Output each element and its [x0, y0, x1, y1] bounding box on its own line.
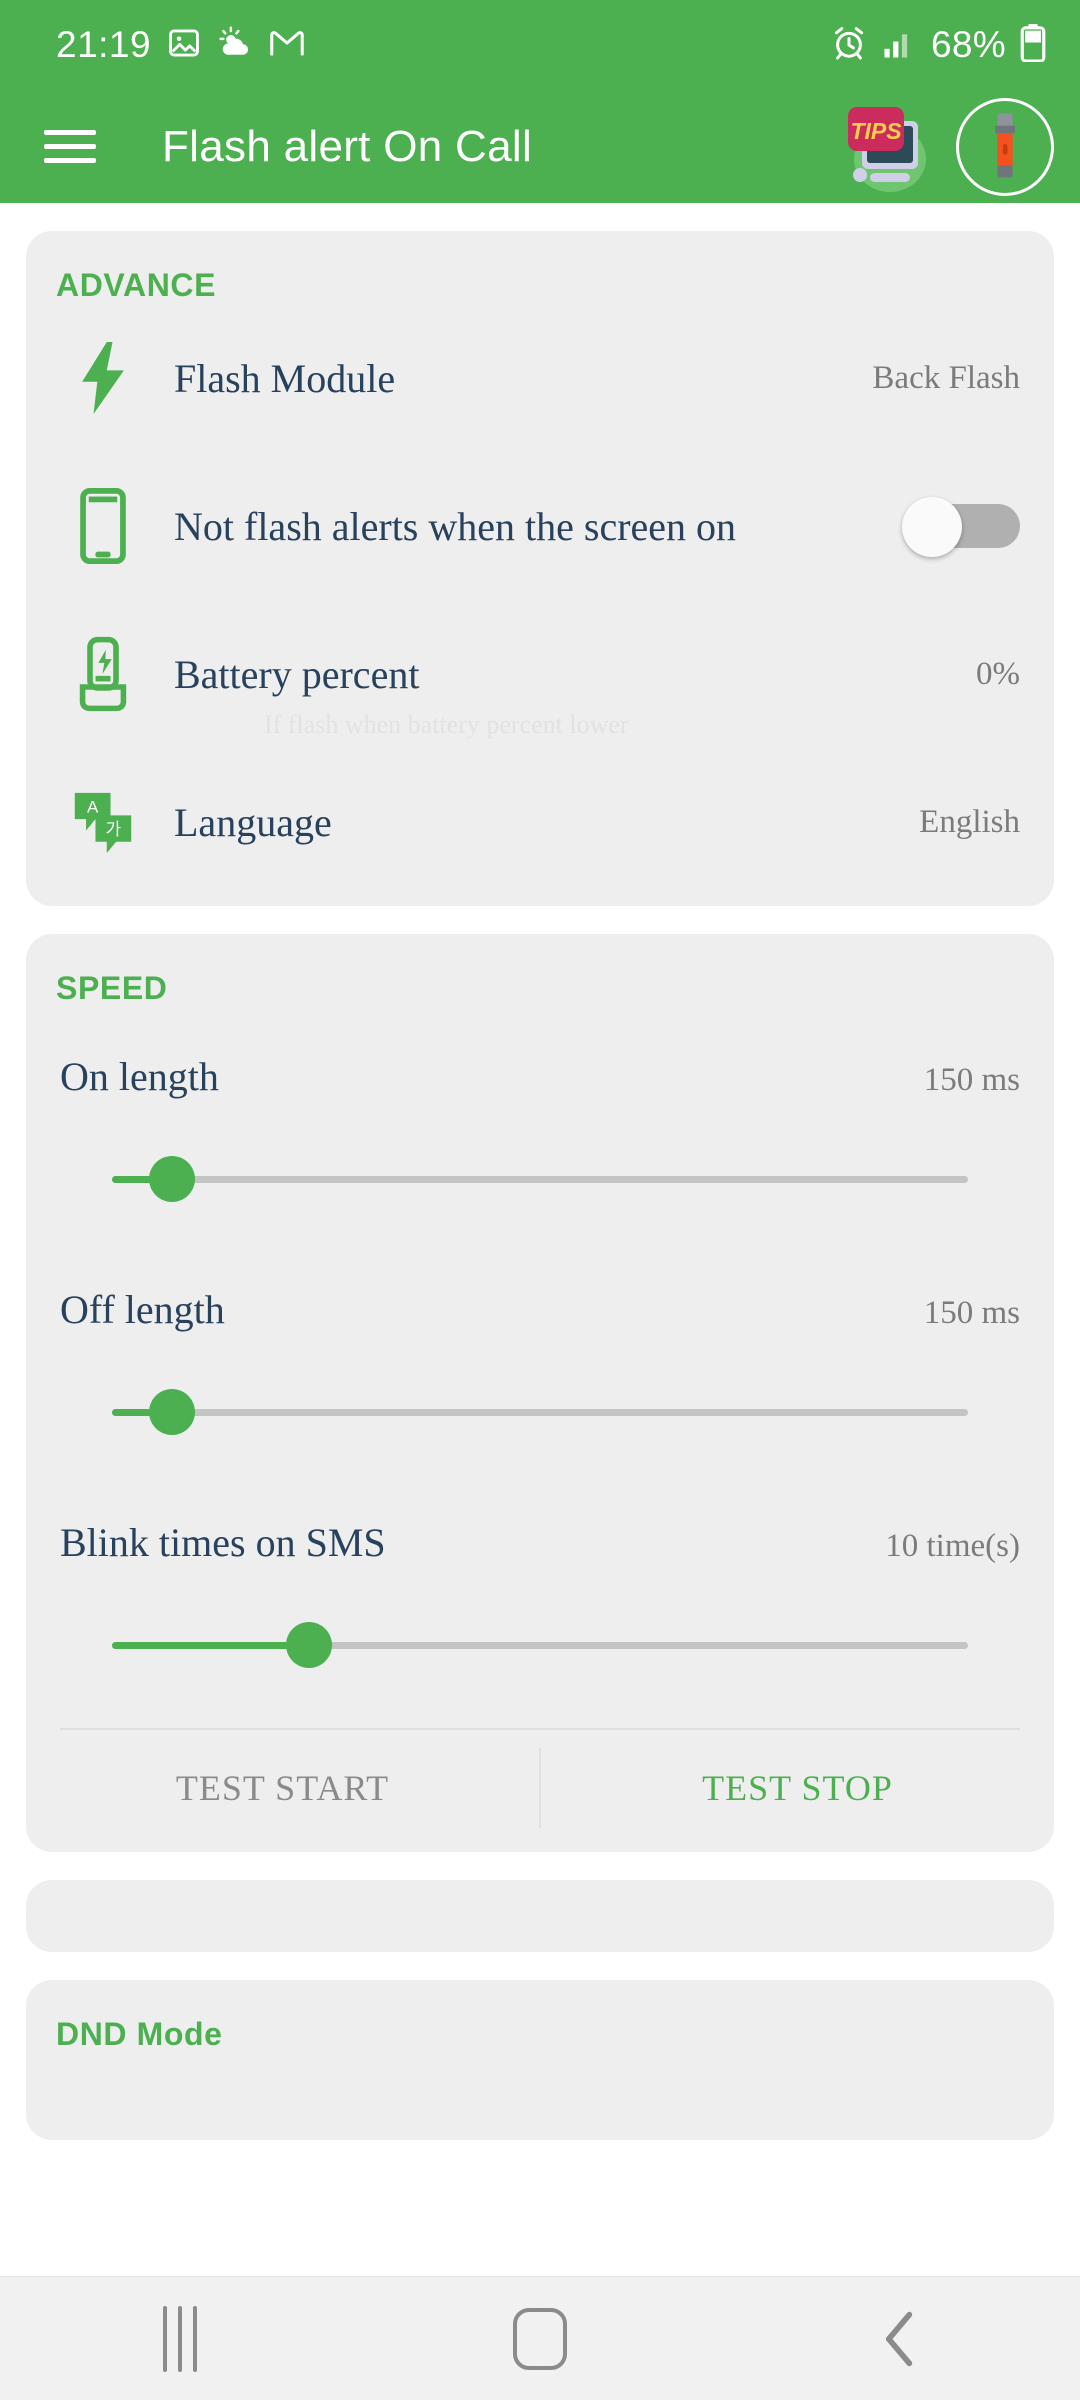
slider-value: 10 time(s) [885, 1528, 1020, 1564]
gmail-icon [269, 28, 305, 63]
toggle-thumb [902, 497, 962, 557]
home-button[interactable] [450, 2277, 630, 2400]
battery-percent-text: 68% [931, 24, 1006, 65]
alarm-icon [831, 25, 867, 66]
app-bar: Flash alert On Call TIPS [0, 90, 1080, 203]
slider-label: Off length [60, 1287, 225, 1332]
phone-screen-icon [60, 488, 146, 564]
image-icon [167, 26, 201, 65]
row-label: Not flash alerts when the screen on [174, 503, 737, 549]
speed-card: SPEED On length 150 ms Off length 150 ms [26, 934, 1054, 1852]
screen-on-toggle[interactable] [902, 497, 1020, 557]
slider-track-background [112, 1409, 968, 1416]
row-label: Battery percent [174, 651, 420, 697]
slider-header: Off length 150 ms [60, 1286, 1020, 1333]
test-stop-button[interactable]: TEST STOP [541, 1734, 1054, 1842]
row-value: English [919, 803, 1020, 840]
settings-scroll-area[interactable]: ADVANCE Flash Module Back Flash Not flas… [0, 203, 1080, 2276]
svg-text:A: A [87, 798, 99, 817]
home-icon [513, 2307, 567, 2370]
row-language[interactable]: A 가 Language English [26, 748, 1054, 896]
svg-text:TIPS: TIPS [850, 118, 902, 144]
slider-track[interactable] [112, 1614, 968, 1676]
test-start-button[interactable]: TEST START [26, 1734, 539, 1842]
row-value: Back Flash [872, 359, 1020, 396]
lightning-bolt-icon [60, 342, 146, 414]
advance-card: ADVANCE Flash Module Back Flash Not flas… [26, 231, 1054, 906]
battery-charge-icon [60, 636, 146, 712]
status-bar-left: 21:19 [56, 24, 305, 66]
status-bar-clock: 21:19 [56, 24, 152, 65]
hamburger-menu-icon[interactable] [44, 119, 100, 175]
slider-label: Blink times on SMS [60, 1520, 386, 1565]
slider-value: 150 ms [923, 1062, 1020, 1098]
recents-icon [163, 2305, 197, 2372]
slider-label: On length [60, 1054, 219, 1099]
row-value: 0% [976, 655, 1020, 692]
slider-value: 150 ms [923, 1295, 1020, 1331]
advance-section-header: ADVANCE [56, 267, 217, 303]
slider-thumb[interactable] [148, 1389, 195, 1435]
system-nav-bar [0, 2276, 1080, 2400]
battery-icon [1020, 23, 1046, 67]
svg-text:가: 가 [106, 820, 122, 839]
slider-on-length[interactable]: On length 150 ms [26, 1007, 1054, 1240]
slider-thumb[interactable] [148, 1156, 195, 1202]
flashlight-icon [995, 113, 1015, 177]
row-not-flash-when-screen-on[interactable]: Not flash alerts when the screen on [26, 452, 1054, 600]
slider-header: Blink times on SMS 10 time(s) [60, 1519, 1020, 1566]
row-label: Flash Module [174, 355, 396, 401]
row-subtitle: If flash when battery percent lower [264, 710, 629, 739]
slider-off-length[interactable]: Off length 150 ms [26, 1240, 1054, 1473]
slider-thumb[interactable] [285, 1622, 332, 1668]
status-bar-right: 68% [831, 23, 1046, 67]
test-divider [60, 1728, 1020, 1730]
test-button-bar: TEST START TEST STOP [26, 1734, 1054, 1842]
back-icon [885, 2311, 913, 2366]
tips-button[interactable]: TIPS [834, 99, 942, 194]
ad-placeholder-card [26, 1880, 1054, 1952]
recents-button[interactable] [90, 2277, 270, 2400]
speed-section-header: SPEED [56, 970, 168, 1006]
dnd-section-header: DND Mode [56, 2016, 223, 2052]
slider-header: On length 150 ms [60, 1053, 1020, 1100]
page-title: Flash alert On Call [162, 121, 533, 171]
row-flash-module[interactable]: Flash Module Back Flash [26, 304, 1054, 452]
slider-track-background [112, 1176, 968, 1183]
slider-track[interactable] [112, 1381, 968, 1443]
slider-track-fill [112, 1642, 309, 1649]
translate-icon: A 가 [60, 789, 146, 855]
dnd-card: DND Mode [26, 1980, 1054, 2140]
row-battery-percent[interactable]: Battery percent 0% If flash when battery… [26, 600, 1054, 748]
slider-track[interactable] [112, 1148, 968, 1210]
weather-icon [217, 26, 253, 65]
slider-blink-times-sms[interactable]: Blink times on SMS 10 time(s) [26, 1473, 1054, 1706]
signal-icon [881, 27, 917, 64]
flashlight-button[interactable] [956, 97, 1054, 196]
status-bar: 21:19 68% [0, 0, 1080, 90]
back-button[interactable] [810, 2277, 990, 2400]
row-label: Language [174, 799, 332, 845]
app-screen: 21:19 68% Flash alert On Call TIPS ADVAN… [0, 0, 1080, 2400]
